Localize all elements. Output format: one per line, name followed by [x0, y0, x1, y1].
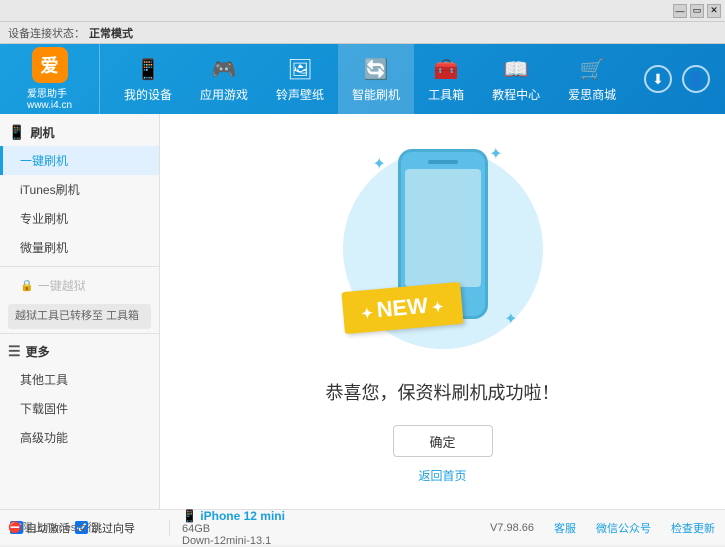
wechat-link[interactable]: 微信公众号: [596, 520, 651, 536]
logo-icon: 爱: [32, 47, 68, 83]
nav-tutorial-label: 教程中心: [492, 86, 540, 103]
content-area: ✦ ✦ ✦ ✦ NEW ✦ 恭喜您，保资料刷机成功啦！ 确定 返回首页: [160, 114, 725, 509]
sidebar: 📱 刷机 一键刷机 iTunes刷机 专业刷机 微量刷机 🔒 一键越狱 越狱工具…: [0, 114, 160, 509]
nav-appstore-label: 爱思商城: [568, 86, 616, 103]
window-controls[interactable]: — ▭ ✕: [673, 4, 721, 18]
toolbox-icon: 🧰: [432, 55, 460, 83]
wallpaper-icon: 🖼: [286, 55, 314, 83]
phone-speaker: [428, 160, 458, 164]
status-label-text: 设备连接状态：: [8, 25, 85, 41]
nav-my-device-label: 我的设备: [124, 86, 172, 103]
sidebar-item-pro-flash[interactable]: 专业刷机: [0, 204, 159, 233]
bottom-bar: 自动激活 跳过向导 📱 iPhone 12 mini 64GB Down-12m…: [0, 509, 725, 545]
status-bar: 设备连接状态： 正常模式: [0, 22, 725, 44]
nav-toolbox-label: 工具箱: [428, 86, 464, 103]
nav-smart-flash-label: 智能刷机: [352, 86, 400, 103]
more-section-icon: ☰: [8, 343, 21, 360]
sidebar-section-flash: 📱 刷机: [0, 119, 159, 146]
check-update-link[interactable]: 检查更新: [671, 520, 715, 536]
nav-apps-games-label: 应用游戏: [200, 86, 248, 103]
appstore-icon: 🛒: [578, 55, 606, 83]
device-storage: 64GB: [182, 523, 468, 535]
nav-wallpaper-label: 铃声壁纸: [276, 86, 324, 103]
confirm-button[interactable]: 确定: [393, 425, 493, 457]
nav-toolbox[interactable]: 🧰 工具箱: [414, 44, 478, 114]
itunes-status: ⛔ 阻止iTunes运行: [0, 509, 106, 545]
customer-service-link[interactable]: 客服: [554, 520, 576, 536]
header: 爱 爱思助手 www.i4.cn 📱 我的设备 🎮 应用游戏 🖼 铃声壁纸 🔄 …: [0, 44, 725, 114]
smart-flash-icon: 🔄: [362, 55, 390, 83]
nav-smart-flash[interactable]: 🔄 智能刷机: [338, 44, 414, 114]
flash-section-title: 刷机: [30, 124, 54, 141]
version-text: V7.98.66: [490, 522, 534, 534]
logo-text: 爱思助手 www.i4.cn: [27, 85, 72, 111]
sidebar-divider-1: [0, 266, 159, 267]
stop-icon: ⛔: [8, 521, 22, 534]
device-info: 📱 iPhone 12 mini 64GB Down-12mini-13.1: [170, 509, 480, 547]
nav-apps-games[interactable]: 🎮 应用游戏: [186, 44, 262, 114]
jailbreak-notice: 越狱工具已转移至 工具箱: [8, 304, 151, 329]
nav-my-device[interactable]: 📱 我的设备: [110, 44, 186, 114]
logo[interactable]: 爱 爱思助手 www.i4.cn: [0, 44, 100, 114]
nav-right-buttons: ⬇ 👤: [644, 65, 725, 93]
sidebar-item-advanced[interactable]: 高级功能: [0, 423, 159, 452]
phone-icon-small: 📱: [182, 509, 200, 523]
sidebar-item-micro-flash[interactable]: 微量刷机: [0, 233, 159, 262]
main-area: 📱 刷机 一键刷机 iTunes刷机 专业刷机 微量刷机 🔒 一键越狱 越狱工具…: [0, 114, 725, 509]
device-name: 📱 iPhone 12 mini: [182, 509, 468, 523]
sidebar-item-other-tools[interactable]: 其他工具: [0, 365, 159, 394]
my-device-icon: 📱: [134, 55, 162, 83]
sidebar-section-jailbreak: 🔒 一键越狱: [0, 271, 159, 300]
restore-button[interactable]: ▭: [690, 4, 704, 18]
download-button[interactable]: ⬇: [644, 65, 672, 93]
sparkle-1: ✦: [373, 154, 386, 174]
minimize-button[interactable]: —: [673, 4, 687, 18]
flash-section-icon: 📱: [8, 124, 25, 141]
nav-wallpaper[interactable]: 🖼 铃声壁纸: [262, 44, 338, 114]
apps-games-icon: 🎮: [210, 55, 238, 83]
sparkle-2: ✦: [489, 144, 502, 164]
phone-screen: [405, 169, 481, 287]
close-button[interactable]: ✕: [707, 4, 721, 18]
status-value: 正常模式: [89, 25, 133, 41]
nav-tutorial[interactable]: 📖 教程中心: [478, 44, 554, 114]
device-model: Down-12mini-13.1: [182, 535, 468, 547]
user-button[interactable]: 👤: [682, 65, 710, 93]
tutorial-icon: 📖: [502, 55, 530, 83]
sidebar-divider-2: [0, 333, 159, 334]
title-bar: — ▭ ✕: [0, 0, 725, 22]
bottom-status: V7.98.66 客服 微信公众号 检查更新: [480, 520, 715, 536]
sidebar-item-itunes-flash[interactable]: iTunes刷机: [0, 175, 159, 204]
nav-items: 📱 我的设备 🎮 应用游戏 🖼 铃声壁纸 🔄 智能刷机 🧰 工具箱 📖 教程中心…: [100, 44, 644, 114]
phone-illustration: ✦ ✦ ✦ ✦ NEW ✦: [353, 139, 533, 359]
lock-icon: 🔒: [20, 279, 34, 292]
back-home-link[interactable]: 返回首页: [418, 467, 466, 484]
success-message: 恭喜您，保资料刷机成功啦！: [326, 379, 560, 405]
sidebar-section-more: ☰ 更多: [0, 338, 159, 365]
sidebar-item-one-click-flash[interactable]: 一键刷机: [0, 146, 159, 175]
nav-appstore[interactable]: 🛒 爱思商城: [554, 44, 630, 114]
sparkle-3: ✦: [504, 309, 517, 329]
sidebar-item-download-firmware[interactable]: 下载固件: [0, 394, 159, 423]
